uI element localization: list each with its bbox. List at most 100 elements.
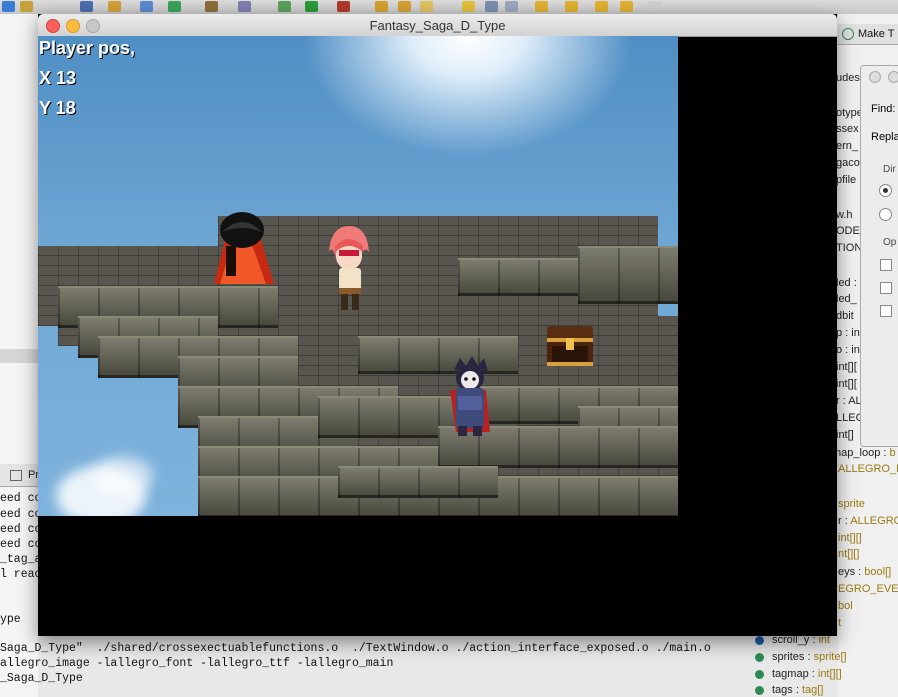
toolbar-button[interactable] (140, 1, 153, 12)
toolbar-button[interactable] (278, 1, 291, 12)
toolbar-button[interactable] (485, 1, 498, 12)
radio-dot (883, 188, 888, 193)
make-target-tab[interactable]: Make T (838, 24, 898, 45)
console-line: eed co (0, 538, 42, 551)
outline-item[interactable]: bol (838, 600, 853, 612)
editor-scrollbar[interactable] (0, 349, 38, 363)
outline-text: r : AL (836, 395, 862, 407)
toolbar-button[interactable] (168, 1, 181, 12)
outline-type: int[][] (838, 532, 862, 544)
toolbar-button[interactable] (565, 1, 578, 12)
ide-toolbar (0, 0, 898, 15)
console-line: _Saga_D_Type (0, 672, 83, 685)
dialog-button[interactable] (869, 71, 881, 83)
outline-text: TION (836, 242, 863, 254)
console-line: allegro_image -lallegro_font -lallegro_t… (0, 657, 394, 670)
field-icon (755, 685, 764, 695)
window-titlebar[interactable]: Fantasy_Saga_D_Type (38, 14, 837, 37)
toolbar-button[interactable] (2, 1, 15, 12)
radio-forward[interactable] (879, 184, 892, 197)
stone-wall (358, 336, 518, 374)
outline-text: ern_ (836, 140, 859, 152)
outline-item[interactable]: ALLEGRO_K (838, 463, 898, 475)
outline-text: led : (836, 277, 857, 289)
outline-text: int[] (836, 429, 854, 441)
replace-label: Repla (871, 131, 898, 143)
outline-text: udes (836, 72, 860, 84)
problems-tab[interactable]: Pr (0, 464, 39, 487)
outline-text: int[][ (836, 361, 857, 373)
console-line: eed co (0, 508, 42, 521)
outline-text: int[][ (836, 378, 857, 390)
outline-type: tag[] (801, 684, 824, 696)
outline-item[interactable]: nt[][] (838, 548, 859, 560)
console-line: ype (0, 613, 21, 626)
hud-y-coordinate: Y 18 (39, 98, 76, 118)
option-checkbox[interactable] (880, 282, 892, 294)
game-window: Fantasy_Saga_D_Type Player pos, X 13 Y 1… (38, 14, 837, 636)
outline-item[interactable]: tagmap : int[][] (755, 668, 842, 680)
outline-name: eys (838, 566, 856, 578)
game-viewport[interactable]: Player pos, X 13 Y 18 (38, 36, 678, 516)
ide-editor-area: Pr (0, 14, 39, 697)
toolbar-button[interactable] (80, 1, 93, 12)
toolbar-button[interactable] (238, 1, 251, 12)
outline-type: bool[] (864, 566, 892, 578)
hud-label: Player pos, (39, 38, 136, 58)
outline-type: t (838, 617, 842, 629)
toolbar-button[interactable] (535, 1, 548, 12)
outline-item[interactable]: eys : bool[] (838, 566, 891, 578)
console-line: Saga_D_Type" ./shared/crossexectuablefun… (0, 642, 711, 655)
outline-item[interactable]: map_loop : b (832, 447, 896, 459)
toolbar-button[interactable] (205, 1, 218, 12)
toolbar-button[interactable] (398, 1, 411, 12)
outline-name: tagmap (772, 668, 809, 680)
toolbar-button[interactable] (337, 1, 350, 12)
toolbar-button[interactable] (595, 1, 608, 12)
direction-label: Dir (883, 164, 896, 175)
radio-backward[interactable] (879, 208, 892, 221)
outline-text: w.h (836, 209, 853, 221)
toolbar-button[interactable] (462, 1, 475, 12)
outline-type: sprite (838, 498, 865, 510)
outline-item[interactable]: int[][] (838, 532, 862, 544)
toolbar-button[interactable] (305, 1, 318, 12)
console-line: eed co (0, 523, 42, 536)
outline-name: map_loop (832, 447, 881, 459)
toolbar-button[interactable] (620, 1, 633, 12)
find-replace-dialog: Find: Repla Dir Op (860, 65, 898, 447)
dialog-button[interactable] (888, 71, 898, 83)
toolbar-button[interactable] (420, 1, 433, 12)
field-icon (755, 635, 764, 645)
outline-type: b (889, 447, 896, 459)
mage-enemy-sprite[interactable] (204, 206, 280, 286)
toolbar-button[interactable] (375, 1, 388, 12)
outline-text: dbit (836, 310, 854, 322)
outline-text: p : int (836, 327, 863, 339)
make-target-icon (842, 28, 854, 40)
outline-item[interactable]: t (838, 617, 841, 629)
make-target-label: Make T (858, 28, 895, 40)
outline-text: pfile (836, 174, 857, 186)
console-line: l reac (0, 568, 42, 581)
outline-item[interactable]: sprites : sprite[] (755, 651, 847, 663)
toolbar-button[interactable] (648, 1, 661, 12)
toolbar-button[interactable] (20, 1, 33, 12)
outline-item[interactable]: sprite (838, 498, 865, 510)
outline-item[interactable]: EGRO_EVE (838, 583, 898, 595)
toolbar-button[interactable] (505, 1, 518, 12)
find-label: Find: (871, 103, 896, 115)
knight-enemy-sprite[interactable] (446, 356, 494, 436)
option-checkbox[interactable] (880, 305, 892, 317)
option-checkbox[interactable] (880, 259, 892, 271)
outline-name: tags (772, 684, 793, 696)
toolbar-button[interactable] (108, 1, 121, 12)
player-sprite[interactable] (325, 222, 371, 314)
outline-type: EGRO_EVE (838, 583, 898, 595)
outline-text: otype (836, 107, 863, 119)
outline-type: sprite[] (813, 651, 847, 663)
treasure-chest-sprite[interactable] (546, 324, 594, 368)
outline-type: nt[][] (838, 548, 860, 560)
outline-item[interactable]: tags : tag[] (755, 684, 823, 696)
outline-item[interactable]: r : ALLEGRO (838, 515, 898, 527)
